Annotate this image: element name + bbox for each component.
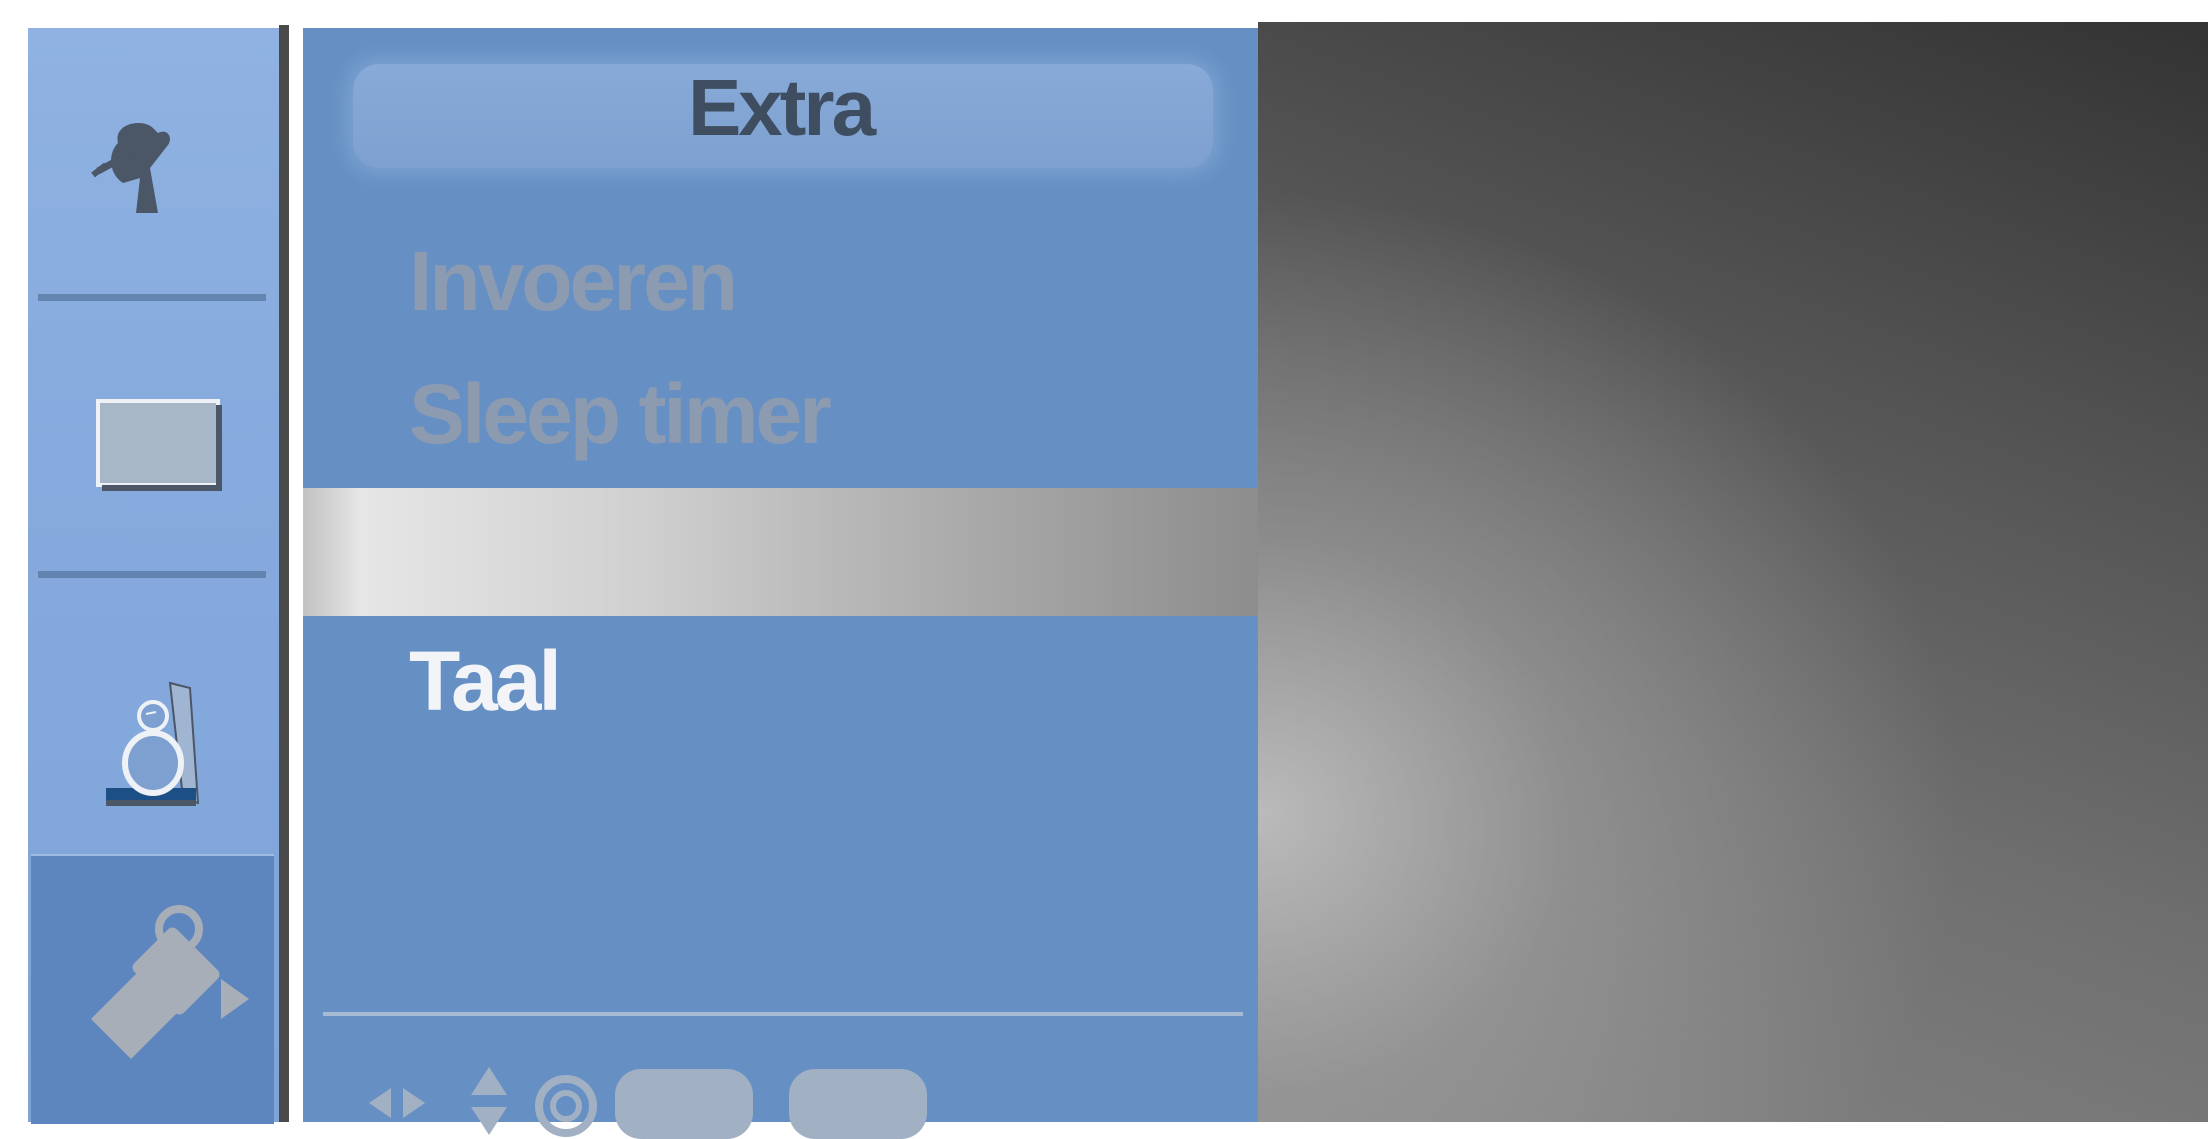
menu-panel: Extra Invoeren Sleep timer Taal (303, 28, 1258, 1139)
hint-button-2 (789, 1069, 927, 1139)
sidebar-item-extra[interactable] (31, 854, 274, 1124)
tag-icon (91, 905, 249, 1059)
hint-button-1 (615, 1069, 753, 1139)
ok-circle-icon (535, 1075, 597, 1137)
sidebar-item-user[interactable] (28, 578, 279, 878)
menu-item-taal[interactable]: Taal (409, 633, 562, 730)
menu-item-invoeren[interactable]: Invoeren (409, 233, 738, 330)
menu-footer-divider (323, 1012, 1243, 1016)
background-area (1258, 22, 2208, 1122)
person-icon (106, 681, 200, 806)
sidebar (28, 28, 279, 1124)
sidebar-item-channels[interactable] (28, 28, 279, 293)
menu-item-selected[interactable] (303, 488, 1258, 616)
menu-item-sleep-timer[interactable]: Sleep timer (409, 366, 832, 463)
up-down-arrows-icon (471, 1067, 507, 1135)
menu-title: Extra (687, 63, 876, 152)
left-right-arrows-icon (369, 1088, 425, 1118)
sidebar-item-picture[interactable] (28, 301, 279, 571)
sidebar-separator (38, 294, 266, 301)
screen-icon (96, 399, 222, 491)
sidebar-separator (38, 571, 266, 578)
navigation-hints (365, 1043, 965, 1139)
satellite-dish-icon (91, 123, 170, 213)
sidebar-divider (279, 25, 289, 1122)
